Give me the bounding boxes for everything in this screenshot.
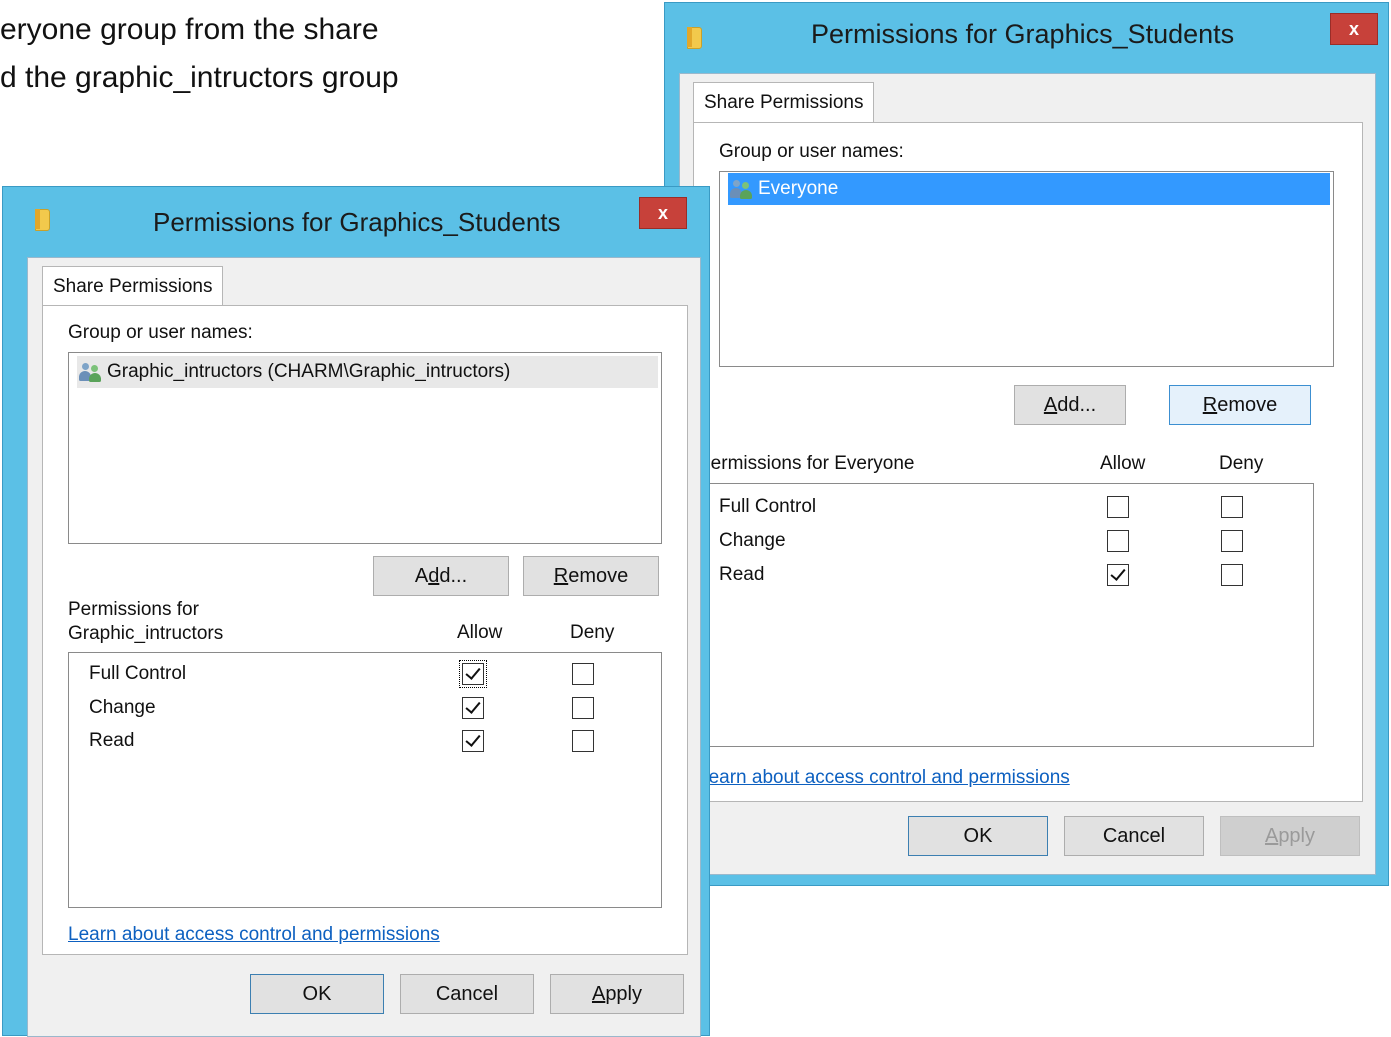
- allow-change-checkbox[interactable]: [462, 697, 484, 719]
- users-icon: [79, 362, 101, 382]
- deny-header: Deny: [1219, 453, 1264, 474]
- cancel-button[interactable]: Cancel: [1064, 816, 1204, 856]
- permission-read: Read: [89, 730, 135, 751]
- remove-button[interactable]: Remove: [1169, 385, 1311, 425]
- allow-full-control-checkbox[interactable]: [459, 660, 487, 688]
- slide-text-line-2: d the graphic_intructors group: [0, 61, 399, 94]
- folder-icon: [687, 27, 702, 49]
- permissions-list: Full Control Change Read: [68, 652, 662, 908]
- apply-button[interactable]: Apply: [1220, 816, 1360, 856]
- tab-share-permissions[interactable]: Share Permissions: [693, 82, 875, 123]
- allow-read-checkbox[interactable]: [462, 730, 484, 752]
- permission-full-control: Full Control: [89, 663, 187, 684]
- list-item[interactable]: Graphic_intructors (CHARM\Graphic_intruc…: [77, 356, 658, 388]
- dialog-title: Permissions for Graphics_Students: [811, 19, 1235, 49]
- dialog-client-area: Share Permissions Group or user names: E…: [679, 73, 1376, 875]
- deny-full-control-checkbox[interactable]: [572, 663, 594, 685]
- user-name: Everyone: [758, 178, 839, 199]
- folder-icon: [35, 209, 50, 231]
- group-label: Group or user names:: [68, 322, 253, 343]
- allow-full-control-checkbox[interactable]: [1107, 496, 1129, 518]
- remove-button[interactable]: Remove: [523, 556, 659, 596]
- permission-full-control: Full Control: [719, 496, 817, 517]
- apply-button[interactable]: Apply: [550, 974, 684, 1014]
- ok-button[interactable]: OK: [250, 974, 384, 1014]
- permissions-for-label: Permissions for Graphic_intructors: [68, 598, 223, 646]
- dialog-client-area: Share Permissions Group or user names: G…: [27, 257, 701, 1037]
- users-icon: [730, 179, 752, 199]
- user-list[interactable]: Graphic_intructors (CHARM\Graphic_intruc…: [68, 352, 662, 544]
- deny-read-checkbox[interactable]: [572, 730, 594, 752]
- permissions-list: Full Control Change Read: [698, 483, 1314, 747]
- title-bar[interactable]: Permissions for Graphics_Students x: [3, 187, 709, 237]
- learn-access-control-link[interactable]: Learn about access control and permissio…: [698, 767, 1070, 789]
- allow-change-checkbox[interactable]: [1107, 530, 1129, 552]
- cancel-button[interactable]: Cancel: [400, 974, 534, 1014]
- close-icon[interactable]: x: [1330, 13, 1378, 45]
- title-bar[interactable]: Permissions for Graphics_Students x: [665, 3, 1388, 53]
- ok-button[interactable]: OK: [908, 816, 1048, 856]
- dialog-title: Permissions for Graphics_Students: [153, 207, 561, 237]
- group-label: Group or user names:: [719, 141, 904, 162]
- allow-read-checkbox[interactable]: [1107, 564, 1129, 586]
- list-item[interactable]: Everyone: [728, 173, 1330, 205]
- permission-read: Read: [719, 564, 765, 585]
- deny-header: Deny: [570, 622, 615, 643]
- close-icon[interactable]: x: [639, 197, 687, 229]
- add-button[interactable]: Add...: [1014, 385, 1126, 425]
- permissions-dialog-graphic-intructors: Permissions for Graphics_Students x Shar…: [2, 186, 710, 1037]
- deny-change-checkbox[interactable]: [1221, 530, 1243, 552]
- permissions-dialog-everyone: Permissions for Graphics_Students x Shar…: [664, 2, 1389, 886]
- permissions-for-line-1: Permissions for: [68, 599, 199, 620]
- tab-share-permissions[interactable]: Share Permissions: [42, 266, 224, 306]
- allow-header: Allow: [457, 622, 503, 643]
- allow-header: Allow: [1100, 453, 1146, 474]
- deny-read-checkbox[interactable]: [1221, 564, 1243, 586]
- add-button[interactable]: Add...: [373, 556, 509, 596]
- permissions-for-line-2: Graphic_intructors: [68, 623, 224, 644]
- permissions-for-label: Permissions for Everyone: [698, 453, 915, 474]
- learn-access-control-link[interactable]: Learn about access control and permissio…: [68, 924, 440, 946]
- tab-panel: Group or user names: Everyone Add... Rem…: [693, 122, 1363, 802]
- deny-full-control-checkbox[interactable]: [1221, 496, 1243, 518]
- user-list[interactable]: Everyone: [719, 171, 1334, 367]
- slide-text: eryone group from the share d the graphi…: [0, 6, 600, 102]
- permission-change: Change: [89, 697, 156, 718]
- user-name: Graphic_intructors (CHARM\Graphic_intruc…: [107, 361, 511, 382]
- slide-text-line-1: eryone group from the share: [0, 13, 379, 46]
- permission-change: Change: [719, 530, 786, 551]
- tab-panel: Group or user names: Graphic_intructors …: [42, 305, 688, 955]
- deny-change-checkbox[interactable]: [572, 697, 594, 719]
